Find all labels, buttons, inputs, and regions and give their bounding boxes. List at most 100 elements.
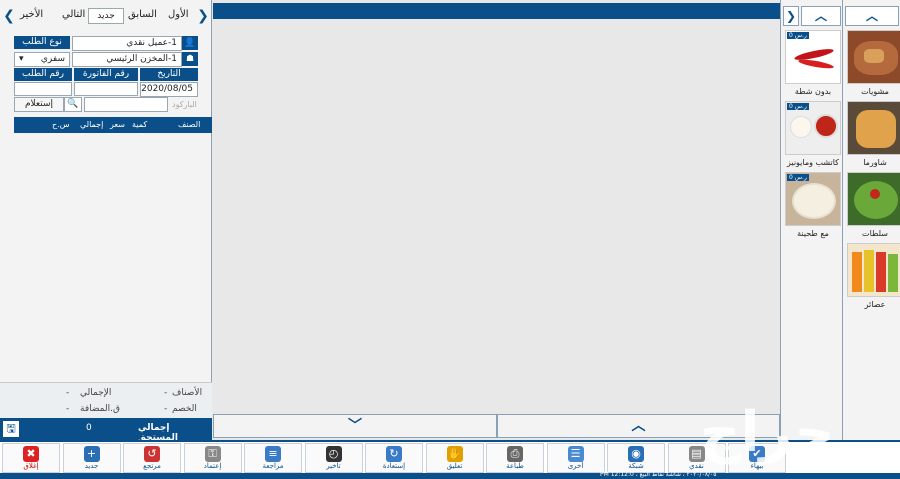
toolbar-button-label: تعليق (446, 462, 463, 470)
due-total-value: 0 (86, 423, 92, 433)
clock-icon: ◴ (325, 446, 342, 462)
toolbar-button[interactable]: ⎙ طباعة (486, 443, 544, 473)
category-label: شاورما (863, 158, 887, 167)
scroll-down-button[interactable]: ﹀ (213, 414, 497, 438)
product-label: مع طحينة (797, 229, 829, 238)
customer-icon[interactable]: 👤 (182, 36, 198, 50)
toolbar-button[interactable]: ↺ مرتجع (123, 443, 181, 473)
order-type-value: سفري (40, 54, 65, 64)
items-count-value: - (164, 388, 168, 398)
nav-first[interactable]: الأول (168, 9, 189, 20)
toolbar-button[interactable]: ✖ إغلاق (2, 443, 60, 473)
toolbar-button-label: مرتجع (143, 462, 161, 470)
vat-value: - (66, 404, 70, 414)
order-lines-area (213, 0, 780, 440)
product-label: كاتشب ومايونيز (786, 158, 839, 167)
nav-previous[interactable]: السابق (128, 9, 157, 20)
chevron-up-icon: ︿ (631, 418, 646, 434)
category-tile[interactable]: عصائر (847, 243, 900, 311)
toolbar-button[interactable]: ◉ شبكة (607, 443, 665, 473)
query-button[interactable]: إستعلام (14, 97, 64, 112)
nav-last[interactable]: الأخير (20, 9, 43, 20)
category-image-shawarma (847, 101, 900, 155)
col-item: الصنف (178, 120, 201, 129)
watermark-logo: حراج (700, 400, 835, 465)
order-panel: ❮ الأخير التالي جديد السابق الأول ❯ نوع … (0, 0, 212, 443)
toolbar-button[interactable]: ✋ تعليق (425, 443, 484, 473)
toolbar-button[interactable]: ◴ تأخير (304, 443, 363, 473)
date-field[interactable]: 2020/08/05 (140, 82, 198, 97)
save-disk-icon[interactable]: 🖫 (3, 421, 19, 437)
col-sh: س.ح (52, 120, 70, 129)
invoice-no-label: رقم الفاتورة (74, 68, 138, 81)
discount-label: الخصم (172, 404, 197, 414)
chevron-right-icon[interactable]: ❯ (196, 7, 210, 25)
order-no-field[interactable] (14, 82, 72, 96)
summary-area: الأصناف - الإجمالي - الخصم - ق.المضافة - (0, 382, 212, 418)
search-document-icon[interactable]: 🔍 (64, 97, 82, 112)
category-label: عصائر (864, 300, 886, 309)
product-price-badge: 0 ر.س (787, 103, 809, 110)
category-image-grills (847, 30, 900, 84)
chevron-down-icon: ﹀ (348, 418, 362, 434)
new-record-button[interactable]: جديد (88, 8, 124, 24)
product-label: بدون شطة (794, 87, 832, 96)
toolbar-button-label: شبكة (628, 462, 644, 470)
lock-icon: ⚿ (204, 446, 221, 462)
products-scroll-up[interactable]: ︿ (801, 6, 841, 26)
categories-scroll-up[interactable]: ︿ (845, 6, 899, 26)
product-tile[interactable]: 0 ر.س بدون شطة (785, 30, 841, 98)
toolbar-button-label: إستعادة (382, 462, 406, 470)
categories-column: ︿ مشويات شاورما سلطات عصائر ﹀ (842, 0, 900, 470)
product-image-tahini: 0 ر.س (785, 172, 841, 226)
product-price-badge: 0 ر.س (787, 32, 809, 39)
toolbar-button[interactable]: ☰ أخرى (546, 443, 605, 473)
toolbar-button[interactable]: ⚿ إعتماد (183, 443, 242, 473)
product-image-sauces: 0 ر.س (785, 101, 841, 155)
customer-field[interactable]: 1-عميل نقدي (72, 36, 182, 51)
toolbar-button[interactable]: ≡ مراجعة (244, 443, 302, 473)
order-no-label: رقم الطلب (14, 68, 72, 81)
category-tile[interactable]: سلطات (847, 172, 900, 240)
toolbar-button[interactable]: + جديد (62, 443, 121, 473)
due-total-bar: 🖫 0 إجمالي المستحق (0, 418, 212, 443)
chevron-left-icon[interactable]: ❮ (2, 7, 16, 25)
chevron-up-icon: ︿ (814, 9, 827, 23)
order-type-select[interactable]: سفري ▾ (14, 52, 70, 67)
toolbar-button-label: إغلاق (23, 462, 39, 470)
status-text: PM 12:12:0 ، ٢٠٢٠/٠٨/٠٥ ، شاشة نقاط البي… (600, 471, 717, 478)
nav-next[interactable]: التالي (62, 9, 85, 20)
toolbar-button-label: جديد (84, 462, 99, 470)
invoice-no-field[interactable] (74, 82, 138, 96)
store-field[interactable]: 1-المخزن الرئيسي (72, 52, 182, 67)
vat-label: ق.المضافة (80, 404, 120, 414)
toolbar-button[interactable]: ↻ إستعادة (365, 443, 423, 473)
category-tile[interactable]: شاورما (847, 101, 900, 169)
status-bar: PM 12:12:0 ، ٢٠٢٠/٠٨/٠٥ ، شاشة نقاط البي… (0, 471, 900, 479)
other-icon: ☰ (567, 446, 584, 462)
col-total: إجمالي (80, 120, 104, 129)
barcode-input[interactable] (84, 97, 168, 112)
col-qty: كمية (132, 120, 148, 129)
restore-icon: ↻ (386, 446, 402, 462)
toolbar-button-label: إعتماد (203, 462, 222, 470)
items-table-header: الصنف كمية سعر إجمالي س.ح (14, 117, 212, 133)
product-tile[interactable]: 0 ر.س مع طحينة (785, 172, 841, 240)
chevron-right-icon[interactable]: ❯ (783, 6, 799, 26)
category-tile[interactable]: مشويات (847, 30, 900, 98)
toolbar-button-label: أخرى (567, 462, 584, 470)
chevron-up-icon: ︿ (865, 9, 878, 23)
return-icon: ↺ (144, 446, 160, 462)
network-icon: ◉ (628, 446, 644, 462)
category-label: سلطات (862, 229, 888, 238)
store-icon[interactable]: ☗ (182, 52, 198, 66)
date-label: التاريخ (140, 68, 198, 81)
toolbar-button-label: طباعة (506, 462, 524, 470)
query-button-label: إستعلام (24, 99, 54, 109)
order-type-label: نوع الطلب (14, 36, 70, 49)
toolbar-button-label: تأخير (326, 462, 341, 470)
product-tile[interactable]: 0 ر.س كاتشب ومايونيز (785, 101, 841, 169)
discount-value: - (164, 404, 168, 414)
review-icon: ≡ (265, 446, 281, 462)
product-price-badge: 0 ر.س (787, 174, 809, 181)
